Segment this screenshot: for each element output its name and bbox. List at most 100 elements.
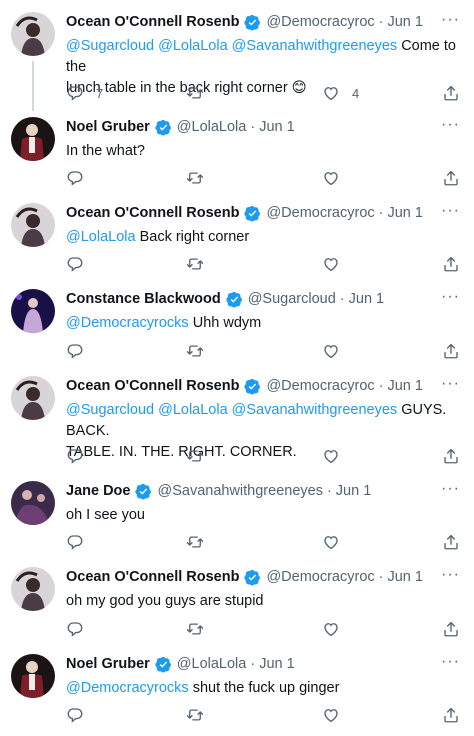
like-button[interactable]: 4	[322, 84, 359, 102]
avatar[interactable]	[11, 654, 55, 698]
avatar[interactable]	[11, 289, 55, 333]
more-icon[interactable]: ···	[441, 116, 460, 134]
mention-list[interactable]: @LolaLola	[66, 229, 136, 245]
timestamp[interactable]: Jun 1	[349, 291, 384, 307]
display-name[interactable]: Ocean O'Connell Rosenb	[66, 378, 239, 394]
retweet-button[interactable]	[186, 255, 204, 273]
tweet-text-content: Uhh wdym	[192, 315, 262, 331]
mention-list[interactable]: @Democracyrocks	[66, 680, 189, 696]
display-name[interactable]: Constance Blackwood	[66, 291, 221, 307]
retweet-button[interactable]	[186, 169, 204, 187]
like-button[interactable]	[322, 533, 340, 551]
like-button[interactable]	[322, 447, 340, 465]
reply-button[interactable]	[66, 533, 84, 551]
share-button[interactable]	[442, 169, 460, 187]
like-button[interactable]	[322, 342, 340, 360]
timestamp[interactable]: Jun 1	[387, 205, 422, 221]
timestamp[interactable]: Jun 1	[336, 483, 371, 499]
avatar[interactable]	[11, 481, 55, 525]
share-button[interactable]	[442, 620, 460, 638]
more-icon[interactable]: ···	[441, 566, 460, 584]
reply-button[interactable]	[66, 447, 84, 465]
verified-badge-icon	[155, 119, 172, 136]
like-button[interactable]	[322, 620, 340, 638]
timestamp[interactable]: Jun 1	[259, 119, 294, 135]
mention-list[interactable]: @Sugarcloud @LolaLola @Savanahwithgreene…	[66, 402, 397, 418]
separator-dot: ·	[378, 569, 384, 585]
share-button[interactable]	[442, 84, 460, 102]
timestamp[interactable]: Jun 1	[387, 569, 422, 585]
display-name[interactable]: Noel Gruber	[66, 119, 150, 135]
display-name[interactable]: Jane Doe	[66, 483, 130, 499]
more-icon[interactable]: ···	[441, 480, 460, 498]
more-icon[interactable]: ···	[441, 202, 460, 220]
display-name[interactable]: Ocean O'Connell Rosenb	[66, 205, 239, 221]
reply-button[interactable]	[66, 342, 84, 360]
display-name[interactable]: Noel Gruber	[66, 656, 150, 672]
retweet-icon	[186, 706, 204, 724]
separator-dot: ·	[378, 378, 384, 394]
retweet-button[interactable]	[186, 620, 204, 638]
reply-button[interactable]	[66, 706, 84, 724]
timestamp[interactable]: Jun 1	[387, 378, 422, 394]
avatar[interactable]	[11, 567, 55, 611]
more-icon[interactable]: ···	[441, 375, 460, 393]
more-icon[interactable]: ···	[441, 288, 460, 306]
handle[interactable]: @Savanahwithgreeneyes	[157, 483, 322, 499]
avatar[interactable]	[11, 12, 55, 56]
more-icon[interactable]: ···	[441, 653, 460, 671]
verified-badge-icon	[226, 291, 243, 308]
tweet-actions	[66, 620, 461, 640]
handle[interactable]: @LolaLola	[177, 119, 247, 135]
tweet-text: In the what?	[66, 143, 145, 159]
like-button[interactable]	[322, 255, 340, 273]
share-button[interactable]	[442, 342, 460, 360]
handle[interactable]: @Democracyroc	[266, 569, 374, 585]
tweet-text-content: Back right corner	[139, 229, 250, 245]
timestamp[interactable]: Jun 1	[387, 14, 422, 30]
separator-dot: ·	[339, 291, 345, 307]
share-icon	[442, 533, 460, 551]
share-button[interactable]	[442, 447, 460, 465]
reply-button[interactable]	[66, 255, 84, 273]
timestamp[interactable]: Jun 1	[259, 656, 294, 672]
avatar[interactable]	[11, 376, 55, 420]
mention-list[interactable]: @Sugarcloud @LolaLola @Savanahwithgreene…	[66, 38, 397, 54]
avatar-image	[11, 117, 55, 161]
retweet-button[interactable]	[186, 706, 204, 724]
reply-button[interactable]: 7	[66, 84, 103, 102]
handle[interactable]: @Sugarcloud	[248, 291, 336, 307]
handle[interactable]: @Democracyroc	[266, 205, 374, 221]
share-icon	[442, 620, 460, 638]
avatar-image	[11, 654, 55, 698]
retweet-button[interactable]	[186, 84, 204, 102]
heart-icon	[322, 84, 340, 102]
mention-list[interactable]: @Democracyrocks	[66, 315, 189, 331]
share-button[interactable]	[442, 255, 460, 273]
display-name[interactable]: Ocean O'Connell Rosenb	[66, 569, 239, 585]
tweet-text: @Democracyrocks shut the fuck up ginger	[66, 678, 456, 699]
share-button[interactable]	[442, 533, 460, 551]
share-icon	[442, 342, 460, 360]
handle[interactable]: @LolaLola	[177, 656, 247, 672]
retweet-button[interactable]	[186, 447, 204, 465]
like-button[interactable]	[322, 169, 340, 187]
retweet-button[interactable]	[186, 342, 204, 360]
more-icon[interactable]: ···	[441, 11, 460, 29]
like-button[interactable]	[322, 706, 340, 724]
avatar[interactable]	[11, 117, 55, 161]
handle[interactable]: @Democracyroc	[266, 14, 374, 30]
display-name[interactable]: Ocean O'Connell Rosenb	[66, 14, 239, 30]
reply-icon	[66, 342, 84, 360]
heart-icon	[322, 169, 340, 187]
separator-dot: ·	[326, 483, 332, 499]
avatar[interactable]	[11, 203, 55, 247]
retweet-button[interactable]	[186, 533, 204, 551]
separator-dot: ·	[378, 14, 384, 30]
handle[interactable]: @Democracyroc	[266, 378, 374, 394]
tweet-actions	[66, 255, 461, 275]
tweet-text-content: shut the fuck up ginger	[192, 680, 340, 696]
share-button[interactable]	[442, 706, 460, 724]
reply-button[interactable]	[66, 620, 84, 638]
reply-button[interactable]	[66, 169, 84, 187]
